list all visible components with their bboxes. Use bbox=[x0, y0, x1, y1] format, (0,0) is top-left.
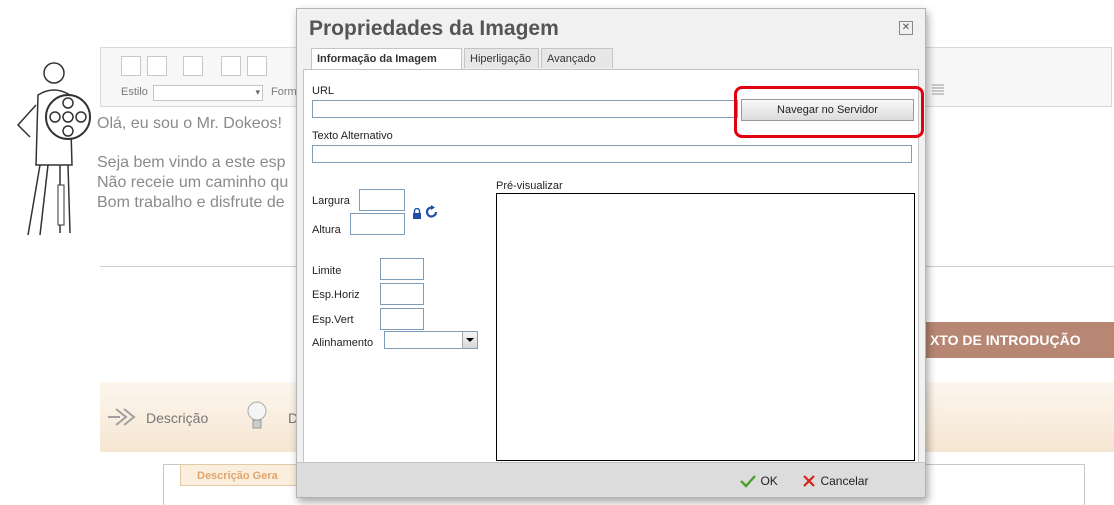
image-properties-dialog: Propriedades da Imagem ✕ Informação da I… bbox=[296, 8, 926, 498]
reset-size-icon[interactable] bbox=[425, 205, 439, 224]
preview-icon[interactable] bbox=[147, 56, 167, 76]
tab-panel: URL Navegar no Servidor Texto Alternativ… bbox=[303, 69, 924, 465]
editor-line: Seja bem vindo a este esp bbox=[97, 154, 286, 171]
alt-text-label: Texto Alternativo bbox=[312, 130, 393, 142]
dialog-footer: OK Cancelar bbox=[297, 462, 925, 497]
justify-icon[interactable] bbox=[931, 82, 945, 96]
ok-label: OK bbox=[760, 473, 778, 488]
chevron-down-icon: ▾ bbox=[255, 87, 260, 97]
paste-word-icon[interactable] bbox=[183, 56, 203, 76]
chevron-down-icon[interactable] bbox=[462, 332, 477, 348]
width-label: Largura bbox=[312, 195, 350, 207]
height-input[interactable] bbox=[350, 213, 405, 235]
editor-line: Olá, eu sou o Mr. Dokeos! bbox=[97, 115, 282, 132]
tab-hyperlink[interactable]: Hiperligação bbox=[464, 48, 539, 68]
section-label[interactable]: Descrição bbox=[146, 410, 208, 426]
dialog-title: Propriedades da Imagem bbox=[309, 17, 559, 40]
lightbulb-icon bbox=[246, 400, 268, 437]
close-icon[interactable]: ✕ bbox=[899, 21, 913, 35]
browse-server-button[interactable]: Navegar no Servidor bbox=[741, 99, 914, 121]
vspace-input[interactable] bbox=[380, 308, 424, 330]
width-input[interactable] bbox=[359, 189, 405, 211]
cancel-button[interactable]: Cancelar bbox=[802, 472, 868, 488]
height-label: Altura bbox=[312, 224, 341, 236]
lock-icon[interactable] bbox=[412, 207, 422, 225]
editor-line: Não receie um caminho qu bbox=[97, 174, 289, 191]
ok-button[interactable]: OK bbox=[740, 472, 778, 488]
bottom-tab[interactable]: Descrição Gera bbox=[180, 464, 300, 486]
border-label: Limite bbox=[312, 265, 342, 277]
redo-icon[interactable] bbox=[247, 56, 267, 76]
new-page-icon[interactable] bbox=[121, 56, 141, 76]
mascot-figure bbox=[8, 55, 100, 245]
format-label: Form bbox=[271, 86, 297, 98]
vspace-label: Esp.Vert bbox=[312, 314, 354, 326]
url-input[interactable] bbox=[312, 100, 738, 118]
align-label: Alinhamento bbox=[312, 337, 374, 349]
align-select[interactable] bbox=[384, 331, 478, 349]
preview-area bbox=[496, 193, 915, 461]
arrow-icon bbox=[106, 404, 142, 435]
preview-label: Pré-visualizar bbox=[496, 180, 563, 192]
tab-advanced[interactable]: Avançado bbox=[541, 48, 613, 68]
hspace-input[interactable] bbox=[380, 283, 424, 305]
x-icon bbox=[803, 474, 815, 487]
undo-icon[interactable] bbox=[221, 56, 241, 76]
alt-text-input[interactable] bbox=[312, 145, 912, 163]
style-label: Estilo bbox=[121, 86, 148, 98]
url-label: URL bbox=[312, 85, 335, 97]
editor-line: Bom trabalho e disfrute de bbox=[97, 194, 285, 211]
style-select[interactable]: ▾ bbox=[153, 85, 263, 101]
cancel-label: Cancelar bbox=[820, 473, 869, 488]
intro-text-button[interactable]: XTO DE INTRODUÇÃO bbox=[920, 322, 1114, 358]
hspace-label: Esp.Horiz bbox=[312, 289, 360, 301]
checkmark-icon bbox=[740, 474, 756, 488]
border-input[interactable] bbox=[380, 258, 424, 280]
tab-image-info[interactable]: Informação da Imagem bbox=[311, 48, 462, 70]
